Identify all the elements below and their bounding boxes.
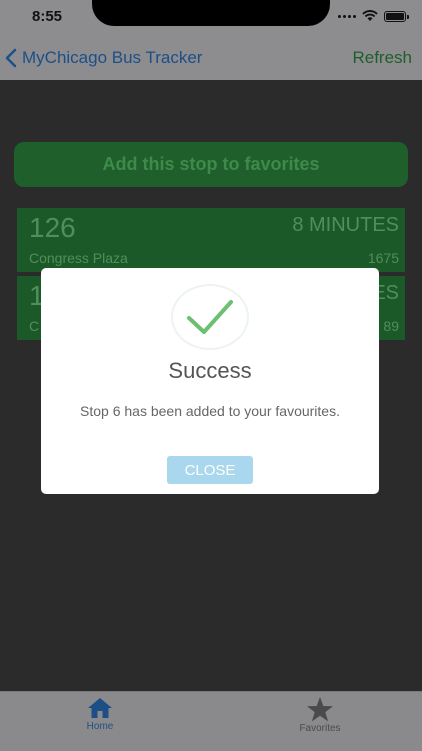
status-icons bbox=[338, 10, 409, 22]
dialog-title: Success bbox=[168, 358, 252, 383]
add-to-favorites-button[interactable]: Add this stop to favorites bbox=[14, 142, 408, 187]
dialog-message: Stop 6 has been added to your favourites… bbox=[80, 403, 340, 419]
tab-favorites-label: Favorites bbox=[299, 723, 341, 734]
status-bar: 8:55 bbox=[0, 0, 422, 36]
nav-back-title[interactable]: MyChicago Bus Tracker bbox=[22, 48, 202, 68]
app-screen: 8:55 MyChicago Bus Tracker Refresh Add t… bbox=[0, 0, 422, 751]
chevron-left-icon[interactable] bbox=[4, 48, 18, 68]
wifi-icon bbox=[362, 10, 378, 21]
success-check-icon bbox=[171, 284, 249, 350]
success-dialog: Success Stop 6 has been added to your fa… bbox=[41, 268, 379, 494]
vehicle-id: 1675 bbox=[367, 250, 399, 266]
tab-home[interactable]: Home bbox=[60, 696, 140, 732]
refresh-button[interactable]: Refresh bbox=[352, 48, 412, 68]
stop-name: C bbox=[29, 318, 40, 334]
signal-dots-icon bbox=[338, 14, 356, 18]
tab-bar: Home Favorites bbox=[0, 691, 422, 751]
tab-favorites[interactable]: Favorites bbox=[280, 696, 360, 734]
stop-name: Congress Plaza bbox=[29, 250, 128, 266]
close-button[interactable]: CLOSE bbox=[167, 456, 253, 484]
arrival-eta: 8 MINUTES bbox=[292, 214, 399, 236]
navigation-bar: MyChicago Bus Tracker Refresh bbox=[0, 36, 422, 80]
battery-icon bbox=[384, 10, 409, 22]
tab-home-label: Home bbox=[86, 721, 114, 732]
vehicle-id: 89 bbox=[383, 318, 399, 334]
star-icon bbox=[307, 697, 333, 722]
home-icon bbox=[88, 698, 112, 718]
status-time: 8:55 bbox=[32, 8, 63, 25]
notch bbox=[92, 0, 330, 26]
arrival-card[interactable]: 126 8 MINUTES Congress Plaza 1675 bbox=[17, 208, 405, 272]
route-number: 126 bbox=[29, 212, 76, 243]
